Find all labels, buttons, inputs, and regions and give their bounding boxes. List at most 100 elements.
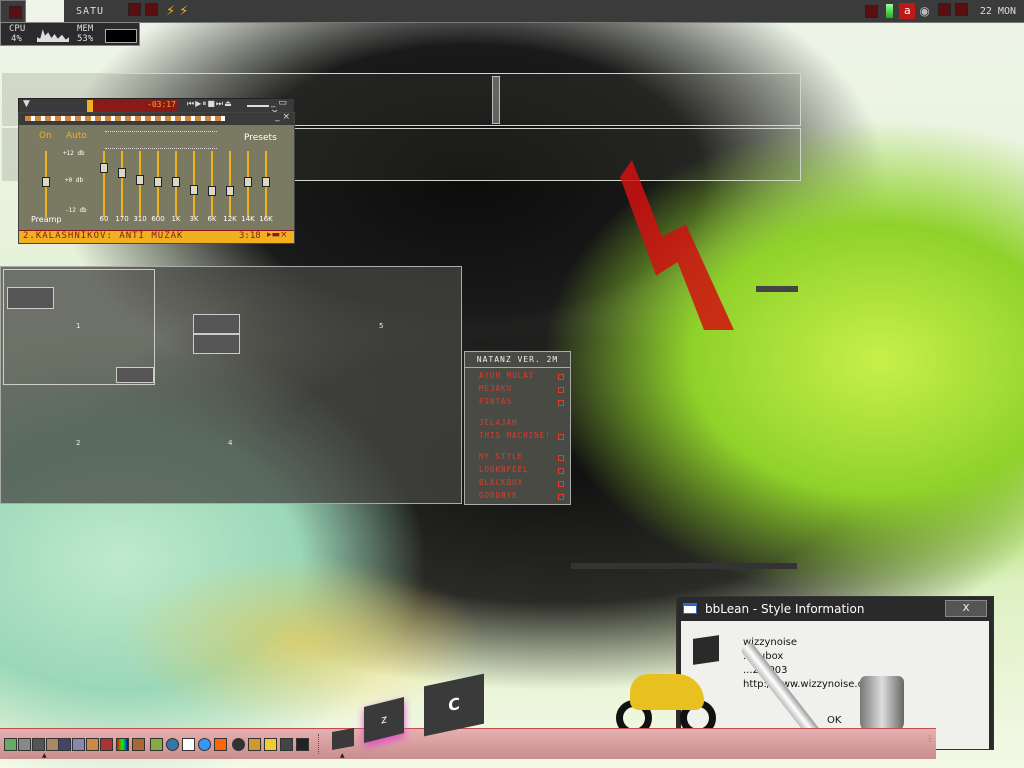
- track-time: 3:18: [239, 231, 261, 241]
- app-icon[interactable]: [214, 738, 227, 751]
- mem-value: 53%: [77, 34, 94, 44]
- style-url: http://www.wizzynoise.org: [743, 679, 874, 690]
- eq-auto-toggle[interactable]: Auto: [66, 131, 87, 141]
- battery-icon[interactable]: [886, 4, 894, 18]
- app-icon[interactable]: [232, 738, 245, 751]
- app-icon[interactable]: [264, 738, 277, 751]
- app-icon[interactable]: [58, 738, 71, 751]
- eq-on-toggle[interactable]: On: [39, 131, 52, 141]
- slider-knob[interactable]: [42, 177, 50, 187]
- bolt-icon[interactable]: ⚡: [166, 4, 175, 19]
- menu-item[interactable]: JELAJAH: [465, 417, 568, 429]
- taskbar-grip-icon[interactable]: ⋮: [926, 734, 934, 743]
- next-workspace-button[interactable]: [143, 3, 160, 19]
- presets-button[interactable]: Presets: [244, 133, 277, 143]
- c-cube-icon[interactable]: C: [424, 673, 484, 737]
- slider-knob[interactable]: [172, 177, 180, 187]
- window-scroll-handle[interactable]: [492, 76, 500, 124]
- slider-knob[interactable]: [262, 177, 270, 187]
- eq-band-slider[interactable]: [208, 151, 216, 217]
- slider-knob[interactable]: [208, 186, 216, 196]
- submenu-icon: [558, 481, 564, 487]
- eq-band-slider[interactable]: [136, 151, 144, 217]
- eq-band-slider[interactable]: [190, 151, 198, 217]
- slider-knob[interactable]: [118, 168, 126, 178]
- slider-knob[interactable]: [136, 175, 144, 185]
- menu-item[interactable]: AYUH MULAI: [465, 370, 568, 382]
- menu-item[interactable]: LOOKNFEEL: [465, 464, 568, 476]
- app-icon[interactable]: [198, 738, 211, 751]
- menu-item-label: MY STYLE: [479, 452, 524, 461]
- dialog-border-right: [989, 621, 993, 749]
- menu-item[interactable]: MEJAKU: [465, 383, 568, 395]
- app-icon[interactable]: [86, 738, 99, 751]
- eq-band-slider[interactable]: [154, 151, 162, 217]
- eq-band-label: 12K: [223, 215, 237, 223]
- dialog-titlebar: bbLean - Style Information X: [677, 597, 993, 621]
- eq-band-slider[interactable]: [118, 151, 126, 217]
- pager-label-2: 2: [76, 439, 81, 447]
- cpu-mem-monitor: CPU 4% MEM 53%: [0, 22, 140, 46]
- pager-window[interactable]: [116, 367, 154, 383]
- app-icon[interactable]: [116, 738, 129, 751]
- prev-workspace-button[interactable]: [126, 3, 143, 19]
- player-controls[interactable]: ⏮▶⏸■⏭⏏: [187, 99, 233, 109]
- divider-bar: [756, 286, 798, 292]
- prev-window-button[interactable]: [936, 3, 953, 19]
- app-icon[interactable]: [280, 738, 293, 751]
- next-window-button[interactable]: [953, 3, 970, 19]
- track-title: 2.KALASHNIKOV: ANTI MUZAK: [23, 231, 184, 241]
- bolt-icon[interactable]: ⚡: [179, 4, 188, 19]
- app-icon[interactable]: [132, 738, 145, 751]
- playlist-bar[interactable]: 2.KALASHNIKOV: ANTI MUZAK 3:18 ▸▬×: [19, 230, 294, 243]
- menu-item[interactable]: MY STYLE: [465, 451, 568, 463]
- mem-graph: [105, 29, 137, 43]
- eq-band-slider[interactable]: [172, 151, 180, 217]
- recycle-bin-icon[interactable]: [860, 676, 904, 734]
- app-icon[interactable]: [182, 738, 195, 751]
- preamp-slider[interactable]: [42, 151, 50, 217]
- playlist-window-buttons[interactable]: ▸▬×: [267, 230, 288, 240]
- app-icon[interactable]: [4, 738, 17, 751]
- slider-knob[interactable]: [226, 186, 234, 196]
- volume-slider[interactable]: [247, 105, 269, 107]
- antivirus-icon[interactable]: a: [899, 3, 916, 19]
- app-icon[interactable]: [248, 738, 261, 751]
- app-icon[interactable]: [32, 738, 45, 751]
- menu-item-label: JELAJAH: [479, 418, 518, 427]
- slider-knob[interactable]: [244, 177, 252, 187]
- eq-band-slider[interactable]: [262, 151, 270, 217]
- pager-window[interactable]: [193, 334, 240, 354]
- menu-item[interactable]: BLACKBOX: [465, 477, 568, 489]
- system-menu-button[interactable]: [0, 0, 26, 24]
- speaker-icon[interactable]: ◉: [919, 4, 929, 18]
- menu-item[interactable]: THIS MACHINE!: [465, 430, 568, 442]
- active-indicator-icon: ▲: [340, 752, 345, 759]
- app-icon[interactable]: [18, 738, 31, 751]
- collapse-icon[interactable]: ▼: [23, 99, 30, 109]
- pager-window[interactable]: [193, 314, 240, 334]
- eq-band-label: 16K: [259, 215, 273, 223]
- eq-band-slider[interactable]: [244, 151, 252, 217]
- app-icon[interactable]: [150, 738, 163, 751]
- pager-window[interactable]: [7, 287, 54, 309]
- eq-title-stripe: [25, 116, 225, 121]
- tray-red-icon[interactable]: [865, 4, 879, 18]
- eq-window-buttons[interactable]: _ ×: [275, 112, 290, 122]
- app-icon[interactable]: [296, 738, 309, 751]
- close-button[interactable]: X: [945, 600, 987, 617]
- app-icon[interactable]: [166, 738, 179, 751]
- menu-item[interactable]: PINTAS: [465, 396, 568, 408]
- ok-button[interactable]: OK: [827, 715, 841, 726]
- close-icon: X: [962, 603, 970, 614]
- cpu-graph: [37, 29, 69, 42]
- app-icon[interactable]: [72, 738, 85, 751]
- eq-band-label: 6K: [207, 215, 217, 223]
- slider-knob[interactable]: [190, 185, 198, 195]
- menu-item[interactable]: GOODBYE: [465, 490, 568, 502]
- eq-band-slider[interactable]: [226, 151, 234, 217]
- app-icon[interactable]: [100, 738, 113, 751]
- slider-knob[interactable]: [154, 177, 162, 187]
- eq-band-slider[interactable]: [100, 151, 108, 217]
- slider-knob[interactable]: [100, 163, 108, 173]
